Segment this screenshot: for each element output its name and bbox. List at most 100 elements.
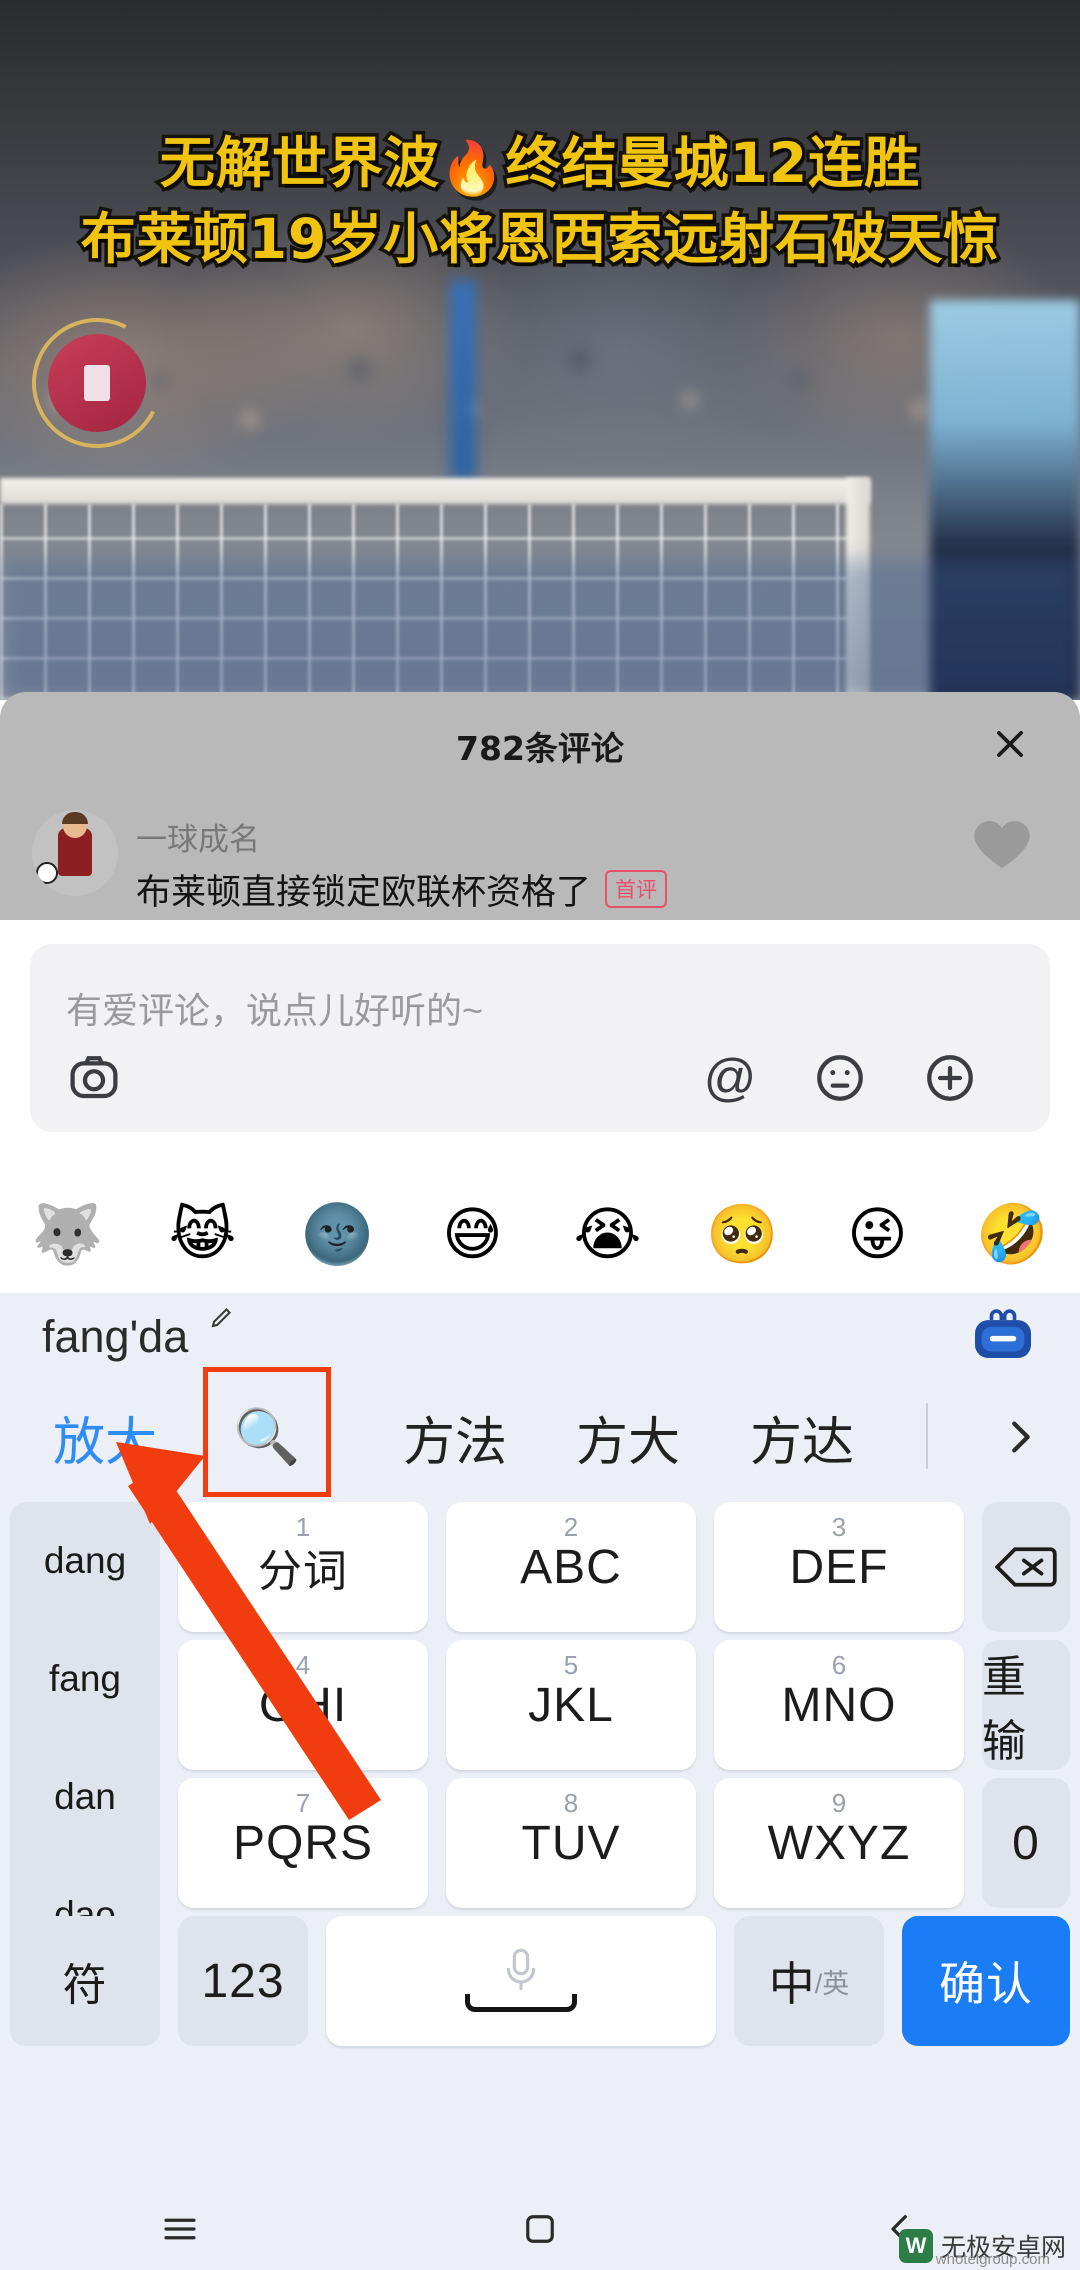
- video-title-overlay: 无解世界波🔥终结曼城12连胜 布莱顿19岁小将恩西索远射石破天惊: [0, 128, 1080, 275]
- emoji-item[interactable]: 🐺: [0, 1202, 135, 1266]
- emoji-item[interactable]: 😅: [405, 1202, 540, 1266]
- key-label: 重输: [982, 1653, 1027, 1766]
- stadium-pillar: [450, 280, 476, 480]
- key-number: 3: [831, 1512, 847, 1542]
- soccer-ball-icon: [36, 862, 58, 884]
- watermark-logo: W: [898, 2229, 933, 2263]
- key-label: TUV: [521, 1816, 621, 1870]
- heart-icon[interactable]: [970, 812, 1034, 876]
- key-label: WXYZ: [767, 1816, 911, 1870]
- comment-input-field[interactable]: 有爱评论，说点儿好听的~ @: [30, 944, 1050, 1132]
- comment-avatar[interactable]: [32, 810, 118, 896]
- key-label: 符: [62, 1961, 108, 2010]
- app-screen: 无解世界波🔥终结曼城12连胜 布莱顿19岁小将恩西索远射石破天惊 782条评论: [0, 0, 1080, 2270]
- key-label: PQRS: [232, 1816, 374, 1870]
- pitch-area: [0, 560, 1080, 700]
- key-number: 1: [295, 1512, 311, 1542]
- key-label: JKL: [528, 1678, 614, 1732]
- key-8-tuv[interactable]: 8 TUV: [446, 1778, 696, 1908]
- emoji-item[interactable]: 😭: [540, 1202, 675, 1266]
- lang-main-label: 中: [768, 1958, 815, 2010]
- key-label: GHI: [258, 1678, 348, 1732]
- sticker-bag-icon[interactable]: [970, 1307, 1036, 1363]
- chevron-right-icon[interactable]: [988, 1405, 1052, 1469]
- at-glyph: @: [703, 1049, 757, 1107]
- key-1-fenci[interactable]: 1 分词: [178, 1502, 428, 1632]
- syllable-item-2[interactable]: dan: [10, 1738, 160, 1855]
- watermark: W 无极安卓网 whotelgroup.com: [898, 2228, 1066, 2268]
- magnifier-icon[interactable]: 🔍: [203, 1381, 331, 1493]
- key-number: 5: [563, 1650, 579, 1680]
- syllable-item-0[interactable]: dang: [10, 1502, 160, 1619]
- key-number: 9: [831, 1788, 847, 1818]
- candidate-item-4[interactable]: 方达: [722, 1381, 882, 1493]
- emoji-item[interactable]: 😹: [135, 1202, 270, 1266]
- emoji-item[interactable]: 😜: [810, 1202, 945, 1266]
- key-label: 确认: [939, 1958, 1033, 2010]
- key-5-jkl[interactable]: 5 JKL: [446, 1640, 696, 1770]
- watermark-url: whotelgroup.com: [935, 2251, 1050, 2268]
- emoji-face-icon[interactable]: [808, 1046, 872, 1110]
- key-9-wxyz[interactable]: 9 WXYZ: [714, 1778, 964, 1908]
- key-number: 2: [563, 1512, 579, 1542]
- avatar-card-shape: [84, 365, 110, 401]
- space-key[interactable]: [326, 1916, 716, 2046]
- key-7-pqrs[interactable]: 7 PQRS: [178, 1778, 428, 1908]
- video-player[interactable]: 无解世界波🔥终结曼城12连胜 布莱顿19岁小将恩西索远射石破天惊: [0, 0, 1080, 700]
- video-title-line1-a: 无解世界波: [156, 128, 442, 199]
- input-icon-row: @: [30, 1044, 1050, 1110]
- key-0[interactable]: 0: [982, 1778, 1070, 1908]
- camera-icon[interactable]: [62, 1046, 126, 1110]
- system-nav-bar: W 无极安卓网 whotelgroup.com: [0, 2188, 1080, 2270]
- mention-icon[interactable]: @: [698, 1046, 762, 1110]
- candidate-item-2[interactable]: 方法: [375, 1381, 535, 1493]
- keyboard: fang'da 放大 🔍 方法 方大 方达 dang fang dan dao …: [0, 1293, 1080, 2188]
- pencil-icon[interactable]: [206, 1305, 234, 1333]
- plus-circle-icon[interactable]: [918, 1046, 982, 1110]
- backspace-key[interactable]: [982, 1502, 1070, 1632]
- microphone-icon: [326, 1946, 716, 1998]
- key-number: 6: [831, 1650, 847, 1680]
- candidate-bar: 放大 🔍 方法 方大 方达: [0, 1367, 1080, 1497]
- key-number: 8: [563, 1788, 579, 1818]
- menu-icon[interactable]: [0, 2208, 360, 2250]
- redo-key[interactable]: 重输: [982, 1640, 1070, 1770]
- comment-count-title: 782条评论: [456, 729, 624, 768]
- key-2-abc[interactable]: 2 ABC: [446, 1502, 696, 1632]
- first-comment-badge: 首评: [605, 870, 668, 908]
- fire-emoji-icon: 🔥: [439, 139, 506, 199]
- candidate-item-0[interactable]: 放大: [30, 1381, 180, 1493]
- close-icon[interactable]: [982, 716, 1038, 772]
- comment-text-row: 布莱顿直接锁定欧联杯资格了 首评: [136, 864, 668, 915]
- key-6-mno[interactable]: 6 MNO: [714, 1640, 964, 1770]
- composing-pinyin[interactable]: fang'da: [42, 1311, 188, 1363]
- key-label: DEF: [789, 1540, 889, 1594]
- confirm-key[interactable]: 确认: [902, 1916, 1070, 2046]
- comment-input-placeholder: 有爱评论，说点儿好听的~: [66, 990, 484, 1031]
- space-bar-shape: [465, 1994, 577, 2012]
- key-number: 4: [295, 1650, 311, 1680]
- emoji-quick-strip: 🐺 😹 🌚 😅 😭 🥺 😜 🤣: [0, 1175, 1080, 1293]
- key-4-ghi[interactable]: 4 GHI: [178, 1640, 428, 1770]
- key-label: MNO: [781, 1678, 897, 1732]
- avatar-hair-shape: [62, 812, 88, 824]
- key-3-def[interactable]: 3 DEF: [714, 1502, 964, 1632]
- comment-panel: 782条评论 一球成名 布莱顿直接锁定欧联杯资格了 首评: [0, 692, 1080, 920]
- language-toggle-key[interactable]: 中/英: [734, 1916, 884, 2046]
- candidate-divider: [926, 1403, 928, 1469]
- home-square-icon[interactable]: [360, 2208, 720, 2250]
- emoji-item[interactable]: 🤣: [945, 1202, 1080, 1266]
- emoji-item[interactable]: 🥺: [675, 1202, 810, 1266]
- key-number: 7: [295, 1788, 311, 1818]
- key-label: 分词: [258, 1547, 348, 1596]
- symbol-key[interactable]: 符: [10, 1916, 160, 2046]
- avatar[interactable]: [48, 334, 146, 432]
- key-label: 123: [201, 1954, 285, 2008]
- goal-crossbar: [0, 478, 870, 504]
- comment-author: 一球成名: [136, 822, 260, 857]
- numbers-key[interactable]: 123: [178, 1916, 308, 2046]
- emoji-item[interactable]: 🌚: [270, 1202, 405, 1266]
- comment-panel-header: 782条评论: [0, 692, 1080, 802]
- syllable-item-1[interactable]: fang: [10, 1620, 160, 1737]
- candidate-item-3[interactable]: 方大: [548, 1381, 708, 1493]
